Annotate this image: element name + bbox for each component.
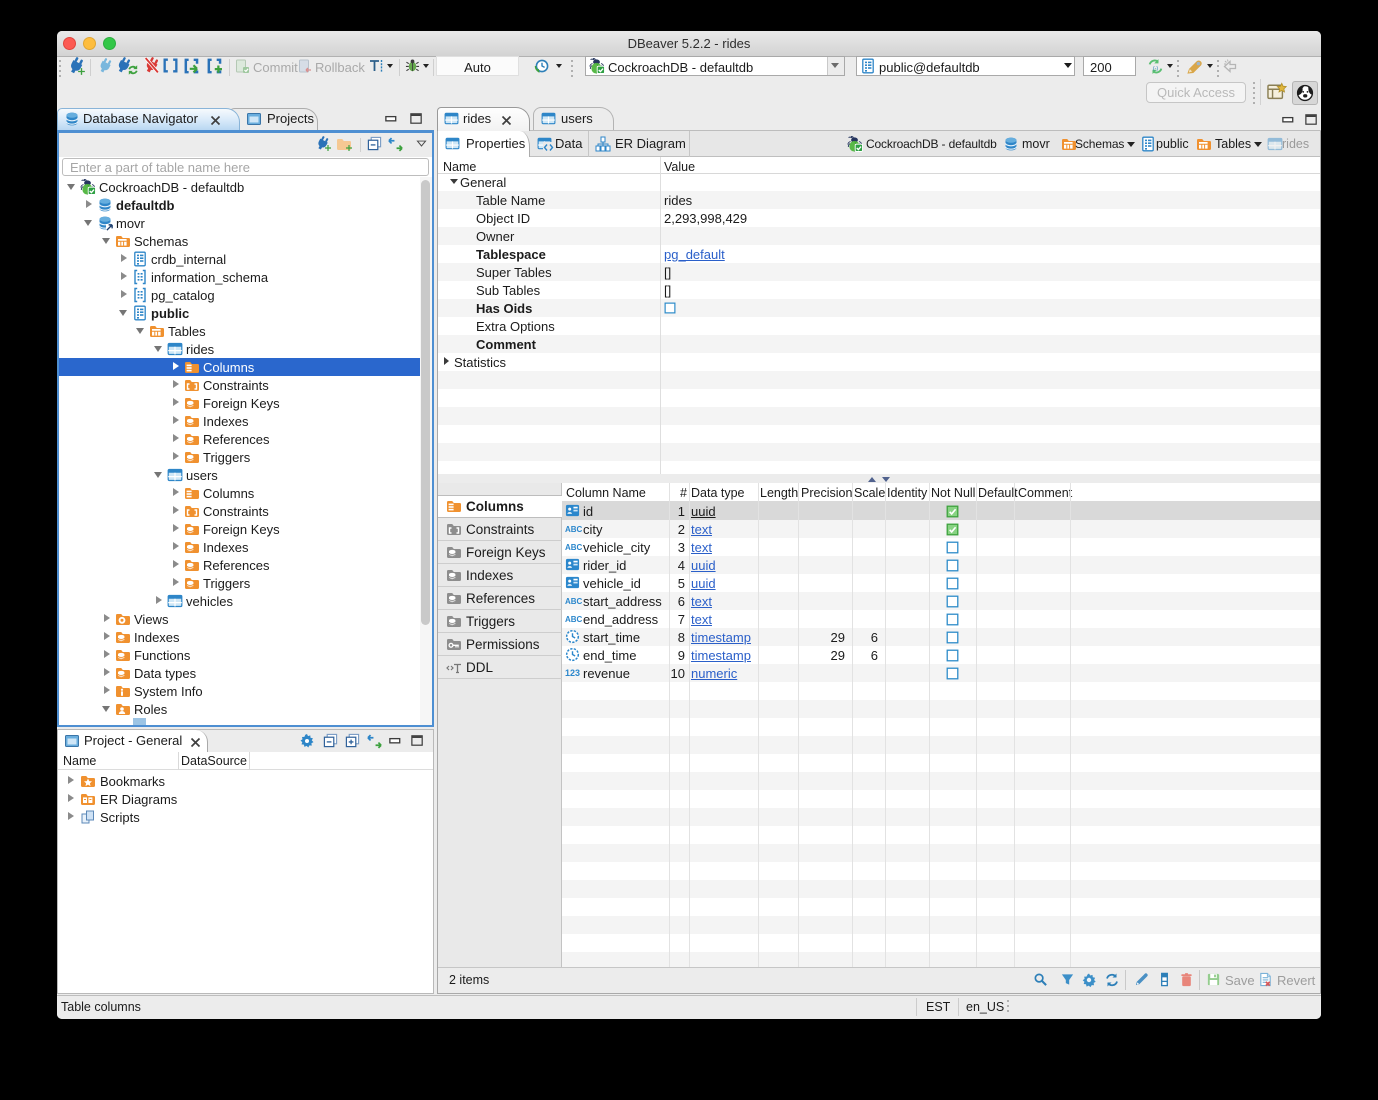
svg-text:ABC: ABC (565, 597, 582, 606)
svg-text:ABC: ABC (565, 543, 582, 552)
svg-text:ABC: ABC (565, 615, 582, 624)
svg-text:123: 123 (565, 668, 580, 678)
svg-text:ABC: ABC (565, 525, 582, 534)
svg-text:(-): (-) (1153, 66, 1159, 72)
